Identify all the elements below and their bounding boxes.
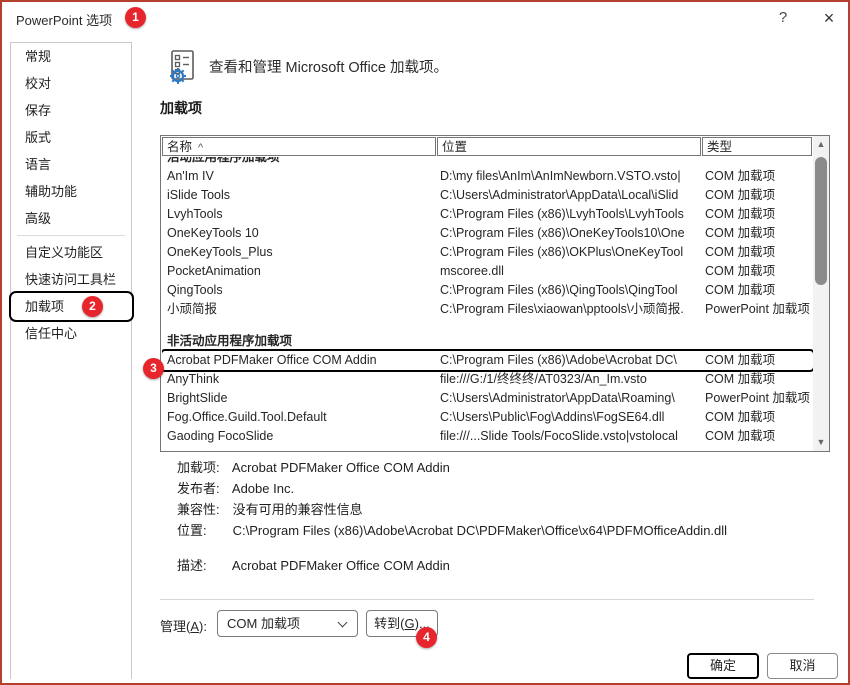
sidebar: 常规 校对 保存 版式 语言 辅助功能 高级 自定义功能区 快速访问工具栏 加载… <box>10 42 132 679</box>
table-row[interactable]: AnyThink file:///G:/1/终终终/AT0323/An_Im.v… <box>162 370 813 389</box>
annotation-badge-4: 4 <box>416 627 437 648</box>
group-header-active: 活动应用程序加载项 <box>162 157 813 167</box>
help-icon[interactable]: ? <box>773 8 793 28</box>
sidebar-item-layout[interactable]: 版式 <box>11 124 131 151</box>
table-row[interactable]: QingTools C:\Program Files (x86)\QingToo… <box>162 281 813 300</box>
group-spacer <box>162 319 813 332</box>
scroll-up-icon[interactable]: ▲ <box>813 136 829 153</box>
detail-location: 位置: C:\Program Files (x86)\Adobe\Acrobat… <box>177 521 727 541</box>
table-row[interactable]: iSlide Tools C:\Users\Administrator\AppD… <box>162 186 813 205</box>
sidebar-item-advanced[interactable]: 高级 <box>11 205 131 232</box>
sidebar-item-customize-ribbon[interactable]: 自定义功能区 <box>11 239 131 266</box>
table-row[interactable]: OneKeyTools_Plus C:\Program Files (x86)\… <box>162 243 813 262</box>
manage-label: 管理(A): <box>160 616 207 635</box>
column-header-name[interactable]: 名称^ <box>162 137 436 156</box>
detail-compatibility: 兼容性: 没有可用的兼容性信息 <box>177 500 363 520</box>
table-row[interactable]: Fog.Office.Guild.Tool.Default C:\Users\P… <box>162 408 813 427</box>
column-header-location[interactable]: 位置 <box>437 137 701 156</box>
sidebar-item-accessibility[interactable]: 辅助功能 <box>11 178 131 205</box>
column-header-type[interactable]: 类型 <box>702 137 812 156</box>
table-body: 活动应用程序加载项 An'Im IV D:\my files\AnIm\AnIm… <box>162 157 813 451</box>
close-icon[interactable]: × <box>817 6 841 30</box>
sidebar-divider <box>17 235 125 236</box>
chevron-down-icon <box>338 618 348 628</box>
sidebar-item-proofing[interactable]: 校对 <box>11 70 131 97</box>
sidebar-item-label: 加载项 <box>25 299 64 314</box>
page-description: 查看和管理 Microsoft Office 加载项。 <box>209 56 448 77</box>
cancel-button[interactable]: 取消 <box>767 653 838 679</box>
sidebar-item-save[interactable]: 保存 <box>11 97 131 124</box>
annotation-badge-3: 3 <box>143 358 164 379</box>
table-row[interactable]: Gaoding FocoSlide file:///...Slide Tools… <box>162 427 813 446</box>
bottom-divider <box>160 599 814 600</box>
table-row-selected[interactable]: Acrobat PDFMaker Office COM Addin C:\Pro… <box>162 351 813 370</box>
manage-dropdown[interactable]: COM 加载项 <box>217 610 358 637</box>
table-row[interactable]: 小顽简报 C:\Program Files\xiaowan\pptools\小顽… <box>162 300 813 319</box>
ok-button[interactable]: 确定 <box>687 653 759 679</box>
sidebar-item-quick-access[interactable]: 快速访问工具栏 <box>11 266 131 293</box>
scroll-down-icon[interactable]: ▼ <box>813 434 829 451</box>
annotation-badge-2: 2 <box>82 296 103 317</box>
sidebar-item-general[interactable]: 常规 <box>11 43 131 70</box>
sidebar-item-addins[interactable]: 加载项 2 <box>11 293 132 320</box>
table-row[interactable]: PocketAnimation mscoree.dll COM 加载项 <box>162 262 813 281</box>
scrollbar-thumb[interactable] <box>815 157 827 285</box>
table-scrollbar[interactable]: ▲ ▼ <box>813 136 829 451</box>
sidebar-item-language[interactable]: 语言 <box>11 151 131 178</box>
table-row[interactable]: LvyhTools C:\Program Files (x86)\LvyhToo… <box>162 205 813 224</box>
detail-addin: 加载项: Acrobat PDFMaker Office COM Addin <box>177 458 450 478</box>
addins-table: 名称^ 位置 类型 活动应用程序加载项 An'Im IV D:\my files… <box>160 135 830 452</box>
table-row[interactable]: OneKeyTools 10 C:\Program Files (x86)\On… <box>162 224 813 243</box>
detail-publisher: 发布者: Adobe Inc. <box>177 479 294 499</box>
manage-dropdown-value: COM 加载项 <box>227 616 300 631</box>
powerpoint-options-dialog: PowerPoint 选项 1 ? × 常规 校对 保存 版式 语言 辅助功能 … <box>0 0 850 685</box>
sort-ascending-icon: ^ <box>198 142 203 154</box>
table-row[interactable]: An'Im IV D:\my files\AnIm\AnImNewborn.VS… <box>162 167 813 186</box>
annotation-badge-1: 1 <box>125 7 146 28</box>
group-header-inactive: 非活动应用程序加载项 <box>162 332 813 351</box>
table-header: 名称^ 位置 类型 <box>161 136 813 157</box>
table-row[interactable]: BrightSlide C:\Users\Administrator\AppDa… <box>162 389 813 408</box>
section-title: 加载项 <box>160 98 202 118</box>
sidebar-item-trust-center[interactable]: 信任中心 <box>11 320 131 347</box>
dialog-title: PowerPoint 选项 <box>16 10 112 29</box>
detail-description: 描述: Acrobat PDFMaker Office COM Addin <box>177 556 450 576</box>
addins-page-icon <box>162 48 200 86</box>
